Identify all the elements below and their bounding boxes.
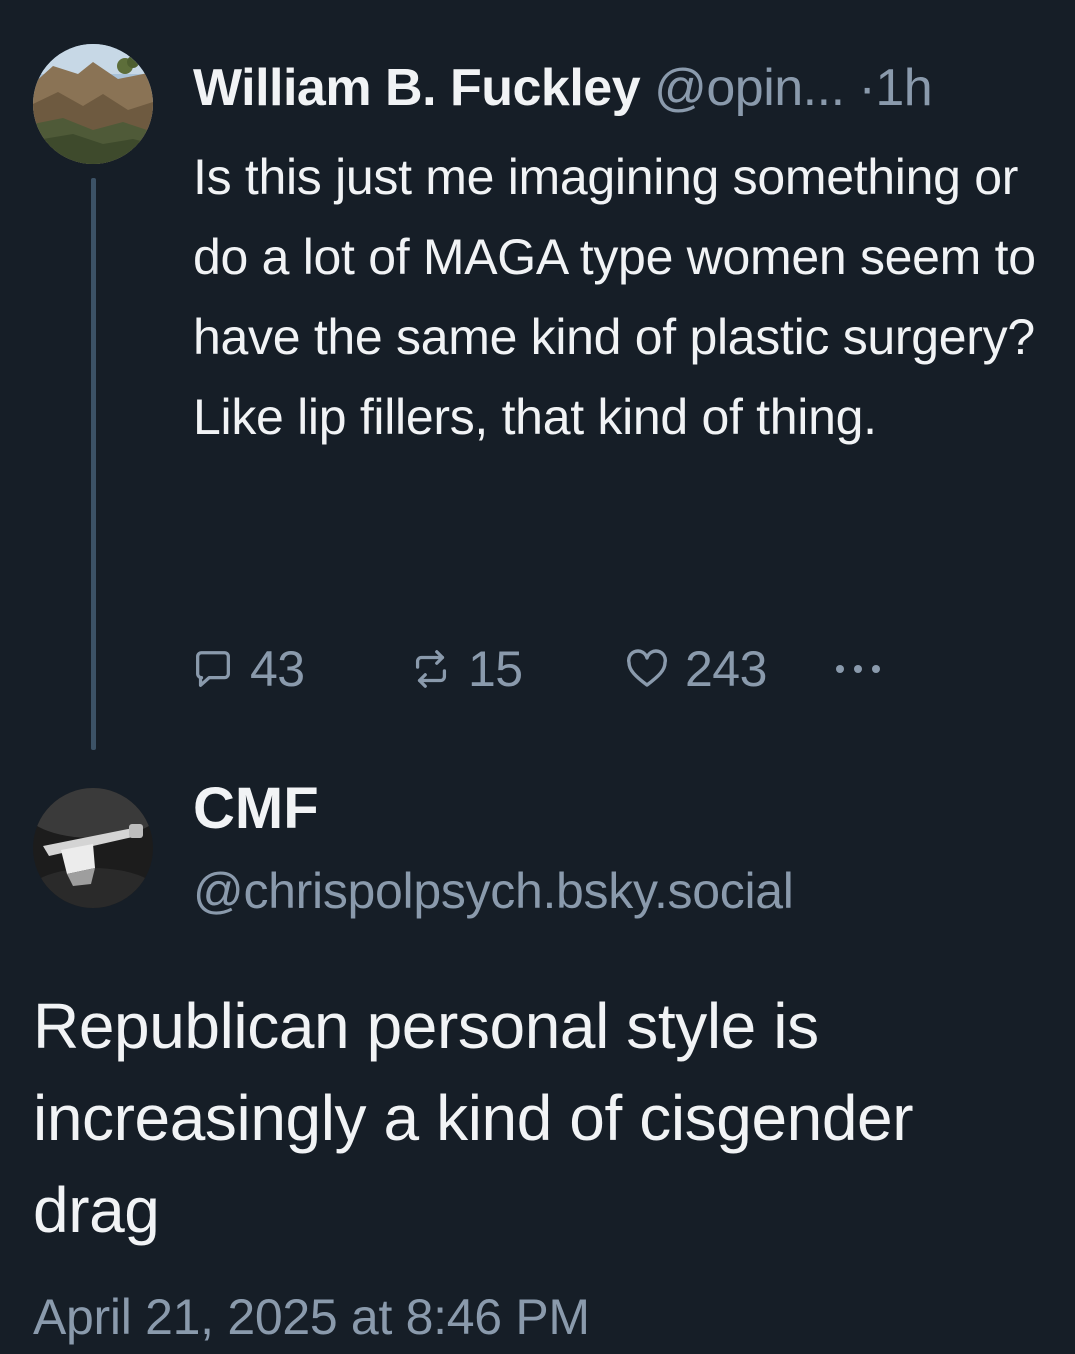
reply-author-name[interactable]: CMF bbox=[193, 775, 319, 843]
parent-author-name[interactable]: William B. Fuckley bbox=[193, 59, 641, 117]
parent-post-header: William B. Fuckley @opin... ·1h bbox=[193, 58, 1053, 118]
repost-count: 15 bbox=[468, 641, 523, 697]
reply-count: 43 bbox=[250, 641, 305, 697]
thread-connector-line bbox=[91, 178, 96, 750]
reply-author-avatar[interactable] bbox=[33, 788, 153, 908]
heart-icon bbox=[627, 649, 667, 687]
reply-post-text: Republican personal style is increasingl… bbox=[33, 990, 914, 1246]
repost-button[interactable]: 15 bbox=[408, 638, 523, 700]
parent-post-actions: 43 15 243 bbox=[190, 638, 950, 700]
reply-post-timestamp: April 21, 2025 at 8:46 PM bbox=[33, 1289, 590, 1345]
parent-post-text: Is this just me imagining something or d… bbox=[193, 149, 1036, 445]
like-count: 243 bbox=[685, 641, 767, 697]
cliff-photo-avatar-image bbox=[33, 44, 153, 164]
more-options-button[interactable] bbox=[830, 638, 886, 700]
reply-button[interactable]: 43 bbox=[190, 638, 305, 700]
reply-author-handle[interactable]: @chrispolpsych.bsky.social bbox=[193, 860, 794, 922]
header-separator: · bbox=[858, 59, 876, 117]
repost-icon bbox=[415, 650, 447, 688]
comment-icon bbox=[196, 651, 230, 687]
more-icon bbox=[836, 665, 880, 673]
turntable-photo-avatar-image bbox=[33, 788, 153, 908]
like-button[interactable]: 243 bbox=[623, 638, 767, 700]
parent-author-handle[interactable]: @opin... bbox=[654, 59, 845, 117]
parent-author-avatar[interactable] bbox=[33, 44, 153, 164]
parent-post-age[interactable]: 1h bbox=[875, 59, 932, 117]
